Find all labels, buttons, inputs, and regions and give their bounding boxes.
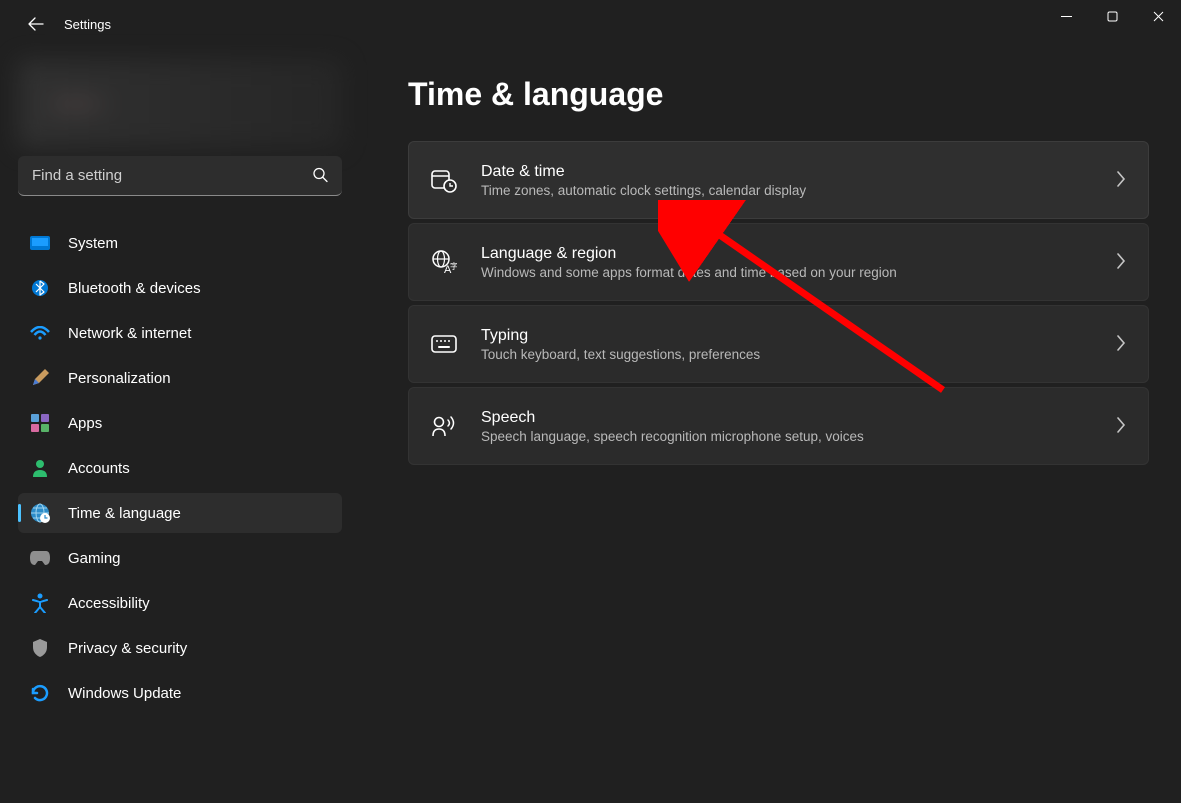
card-subtitle: Speech language, speech recognition micr… bbox=[481, 429, 1092, 444]
back-button[interactable] bbox=[16, 4, 56, 44]
accounts-icon bbox=[30, 458, 50, 478]
sidebar: System Bluetooth & devices Network & int… bbox=[0, 48, 360, 803]
datetime-icon bbox=[431, 167, 457, 193]
settings-cards: Date & time Time zones, automatic clock … bbox=[408, 141, 1149, 465]
sidebar-item-label: Personalization bbox=[68, 370, 171, 387]
sidebar-item-label: Apps bbox=[68, 415, 102, 432]
windows-update-icon bbox=[30, 683, 50, 703]
speech-icon bbox=[431, 413, 457, 439]
sidebar-item-label: Network & internet bbox=[68, 325, 191, 342]
sidebar-item-label: Privacy & security bbox=[68, 640, 187, 657]
sidebar-item-accessibility[interactable]: Accessibility bbox=[18, 583, 342, 623]
sidebar-item-accounts[interactable]: Accounts bbox=[18, 448, 342, 488]
sidebar-item-label: Accounts bbox=[68, 460, 130, 477]
card-language-region[interactable]: A字 Language & region Windows and some ap… bbox=[408, 223, 1149, 301]
chevron-right-icon bbox=[1116, 417, 1126, 436]
bluetooth-icon bbox=[30, 278, 50, 298]
sidebar-item-bluetooth[interactable]: Bluetooth & devices bbox=[18, 268, 342, 308]
card-title: Language & region bbox=[481, 245, 1092, 263]
card-title: Date & time bbox=[481, 163, 1092, 181]
sidebar-item-time-language[interactable]: Time & language bbox=[18, 493, 342, 533]
search-box[interactable] bbox=[18, 156, 342, 196]
minimize-button[interactable] bbox=[1043, 0, 1089, 32]
arrow-left-icon bbox=[28, 16, 44, 32]
sidebar-item-label: Time & language bbox=[68, 505, 181, 522]
card-title: Typing bbox=[481, 327, 1092, 345]
card-subtitle: Touch keyboard, text suggestions, prefer… bbox=[481, 347, 1092, 362]
language-region-icon: A字 bbox=[431, 249, 457, 275]
accessibility-icon bbox=[30, 593, 50, 613]
close-button[interactable] bbox=[1135, 0, 1181, 32]
chevron-right-icon bbox=[1116, 253, 1126, 272]
search-input[interactable] bbox=[18, 156, 342, 196]
profile-card[interactable] bbox=[18, 60, 342, 148]
card-subtitle: Windows and some apps format dates and t… bbox=[481, 265, 1092, 280]
sidebar-item-gaming[interactable]: Gaming bbox=[18, 538, 342, 578]
apps-icon bbox=[30, 413, 50, 433]
system-icon bbox=[30, 233, 50, 253]
app-title: Settings bbox=[64, 17, 111, 32]
sidebar-item-apps[interactable]: Apps bbox=[18, 403, 342, 443]
gaming-icon bbox=[30, 548, 50, 568]
card-speech[interactable]: Speech Speech language, speech recogniti… bbox=[408, 387, 1149, 465]
card-subtitle: Time zones, automatic clock settings, ca… bbox=[481, 183, 1092, 198]
sidebar-item-windows-update[interactable]: Windows Update bbox=[18, 673, 342, 713]
minimize-icon bbox=[1061, 11, 1072, 22]
svg-text:字: 字 bbox=[450, 261, 457, 271]
sidebar-item-label: Windows Update bbox=[68, 685, 181, 702]
sidebar-item-label: Accessibility bbox=[68, 595, 150, 612]
network-icon bbox=[30, 323, 50, 343]
time-language-icon bbox=[30, 503, 50, 523]
personalization-icon bbox=[30, 368, 50, 388]
chevron-right-icon bbox=[1116, 171, 1126, 190]
close-icon bbox=[1153, 11, 1164, 22]
window-controls bbox=[1043, 0, 1181, 48]
sidebar-item-personalization[interactable]: Personalization bbox=[18, 358, 342, 398]
maximize-button[interactable] bbox=[1089, 0, 1135, 32]
nav-list: System Bluetooth & devices Network & int… bbox=[12, 218, 348, 718]
sidebar-item-privacy[interactable]: Privacy & security bbox=[18, 628, 342, 668]
titlebar: Settings bbox=[0, 0, 1181, 48]
main-content: Time & language Date & time Time zones, … bbox=[360, 48, 1181, 803]
typing-icon bbox=[431, 331, 457, 357]
sidebar-item-label: Bluetooth & devices bbox=[68, 280, 201, 297]
sidebar-item-system[interactable]: System bbox=[18, 223, 342, 263]
privacy-icon bbox=[30, 638, 50, 658]
sidebar-item-network[interactable]: Network & internet bbox=[18, 313, 342, 353]
sidebar-item-label: System bbox=[68, 235, 118, 252]
card-typing[interactable]: Typing Touch keyboard, text suggestions,… bbox=[408, 305, 1149, 383]
page-title: Time & language bbox=[408, 76, 1149, 113]
maximize-icon bbox=[1107, 11, 1118, 22]
card-date-time[interactable]: Date & time Time zones, automatic clock … bbox=[408, 141, 1149, 219]
chevron-right-icon bbox=[1116, 335, 1126, 354]
card-title: Speech bbox=[481, 409, 1092, 427]
sidebar-item-label: Gaming bbox=[68, 550, 121, 567]
